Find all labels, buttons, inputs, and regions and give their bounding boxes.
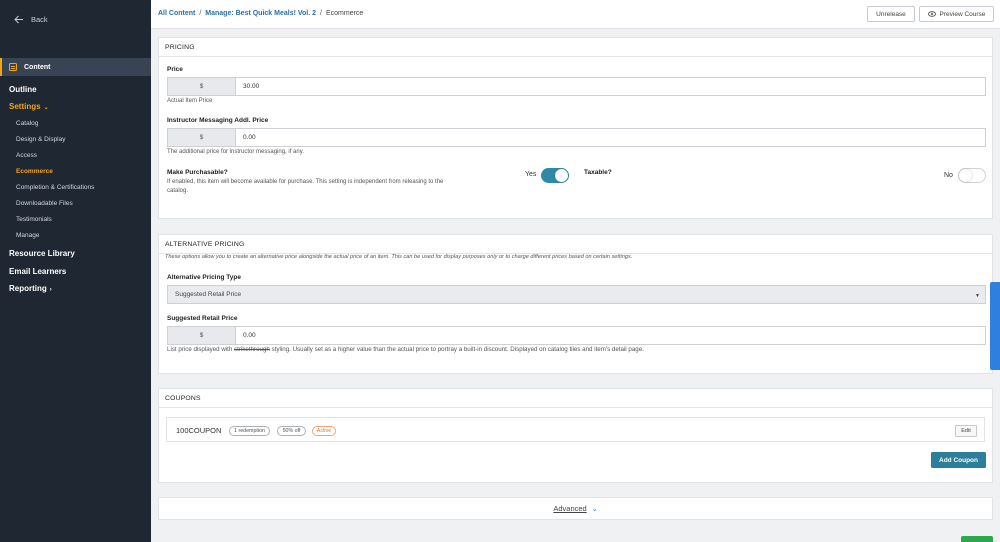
add-coupon-button[interactable]: Add Coupon (931, 452, 986, 468)
save-button[interactable] (961, 536, 993, 542)
content-label: Content (24, 63, 51, 71)
srp-input[interactable]: 0.00 (236, 327, 985, 344)
taxable-toggle[interactable] (958, 168, 986, 183)
purchasable-label: Make Purchasable? (167, 169, 228, 176)
taxable-label: Taxable? (584, 169, 612, 176)
instructor-price-help: The additional price for instructor mess… (167, 149, 304, 155)
settings-label: Settings (9, 102, 41, 111)
sidebar-item-email-learners[interactable]: Email Learners (9, 267, 66, 276)
chevron-down-icon: ⌄ (43, 105, 49, 111)
alt-pricing-type-label: Alternative Pricing Type (167, 274, 241, 281)
price-input-group: $ 30.00 (167, 77, 986, 96)
sidebar-item-catalog[interactable]: Catalog (16, 120, 38, 127)
purchasable-help: If enabled, this item will become availa… (167, 179, 444, 194)
sidebar-item-content[interactable]: Content (0, 58, 151, 76)
edit-coupon-button[interactable]: Edit (955, 425, 977, 437)
alt-pricing-type-value: Suggested Retail Price (175, 291, 242, 298)
coupons-title: COUPONS (159, 389, 992, 408)
preview-course-button[interactable]: Preview Course (919, 6, 994, 22)
pricing-panel: PRICING Price $ 30.00 Actual Item Price … (158, 37, 993, 219)
sidebar-item-completion-certifications[interactable]: Completion & Certifications (16, 184, 94, 191)
status-badge: Active (312, 426, 336, 436)
breadcrumb-separator: / (320, 10, 322, 17)
reporting-label: Reporting (9, 284, 47, 293)
sidebar-item-ecommerce[interactable]: Ecommerce (16, 168, 53, 175)
sidebar-item-downloadable-files[interactable]: Downloadable Files (16, 200, 73, 207)
top-header: All Content / Manage: Best Quick Meals! … (151, 0, 1000, 29)
price-help: Actual Item Price (167, 98, 213, 104)
currency-addon: $ (168, 78, 236, 95)
eye-icon (927, 11, 936, 17)
instructor-price-label: Instructor Messaging Addl. Price (167, 117, 269, 124)
breadcrumb-current: Ecommerce (325, 10, 364, 17)
srp-help-strike: strikethrough (234, 346, 270, 353)
sidebar: Back Content Outline Settings ⌄ Catalog D… (0, 0, 151, 542)
toggle-knob (555, 169, 568, 182)
redemption-badge: 1 redemption (229, 426, 270, 436)
pricing-title: PRICING (159, 38, 992, 57)
sidebar-item-access[interactable]: Access (16, 152, 37, 159)
coupons-panel: COUPONS 100COUPON 1 redemption 50% off A… (158, 388, 993, 483)
purchasable-toggle[interactable] (541, 168, 569, 183)
content-icon (9, 63, 17, 71)
coupon-code: 100COUPON (176, 426, 222, 435)
alt-pricing-type-select[interactable]: Suggested Retail Price ▼ (167, 285, 986, 304)
side-feedback-tab[interactable] (990, 282, 1000, 370)
breadcrumb-separator: / (199, 10, 202, 17)
sidebar-item-reporting[interactable]: Reporting › (9, 284, 52, 293)
advanced-label: Advanced (553, 504, 587, 513)
alternative-pricing-description: These options allow you to create an alt… (165, 254, 633, 260)
sidebar-item-manage[interactable]: Manage (16, 232, 40, 239)
instructor-price-input-group: $ 0.00 (167, 128, 986, 147)
toggle-knob (959, 169, 972, 182)
coupon-row: 100COUPON 1 redemption 50% off Active Ed… (166, 417, 985, 442)
breadcrumb-all-content[interactable]: All Content (158, 10, 195, 17)
srp-help: List price displayed with strikethrough … (167, 346, 644, 355)
price-input[interactable]: 30.00 (236, 78, 985, 95)
preview-course-label: Preview Course (939, 10, 986, 18)
alternative-pricing-panel: ALTERNATIVE PRICING These options allow … (158, 234, 993, 374)
currency-addon: $ (168, 129, 236, 146)
purchasable-state: Yes (525, 171, 537, 178)
taxable-state: No (944, 172, 953, 179)
back-label: Back (31, 15, 48, 24)
sidebar-item-outline[interactable]: Outline (9, 85, 37, 94)
unrelease-button[interactable]: Unrelease (867, 6, 915, 22)
srp-help-suffix: styling. Usually set as a higher value t… (271, 346, 644, 353)
srp-help-prefix: List price displayed with (167, 346, 233, 353)
alternative-pricing-title: ALTERNATIVE PRICING (159, 235, 992, 254)
sidebar-item-design-display[interactable]: Design & Display (16, 136, 66, 143)
sidebar-item-resource-library[interactable]: Resource Library (9, 249, 75, 258)
chevron-right-icon: › (49, 287, 52, 293)
breadcrumb-manage[interactable]: Manage: Best Quick Meals! Vol. 2 (205, 10, 316, 17)
sidebar-item-testimonials[interactable]: Testimonials (16, 216, 52, 223)
caret-down-icon: ▼ (975, 293, 980, 299)
unrelease-label: Unrelease (876, 10, 906, 18)
arrow-left-icon (14, 15, 23, 24)
srp-label: Suggested Retail Price (167, 315, 238, 322)
back-button[interactable]: Back (14, 15, 48, 24)
discount-badge: 50% off (277, 426, 306, 436)
advanced-toggle[interactable]: Advanced ⌄ (158, 497, 993, 520)
price-label: Price (167, 66, 183, 73)
instructor-price-input[interactable]: 0.00 (236, 129, 985, 146)
sidebar-item-settings[interactable]: Settings ⌄ (9, 102, 49, 111)
currency-addon: $ (168, 327, 236, 344)
srp-input-group: $ 0.00 (167, 326, 986, 345)
breadcrumb: All Content / Manage: Best Quick Meals! … (158, 10, 363, 17)
chevron-down-icon: ⌄ (591, 505, 598, 513)
